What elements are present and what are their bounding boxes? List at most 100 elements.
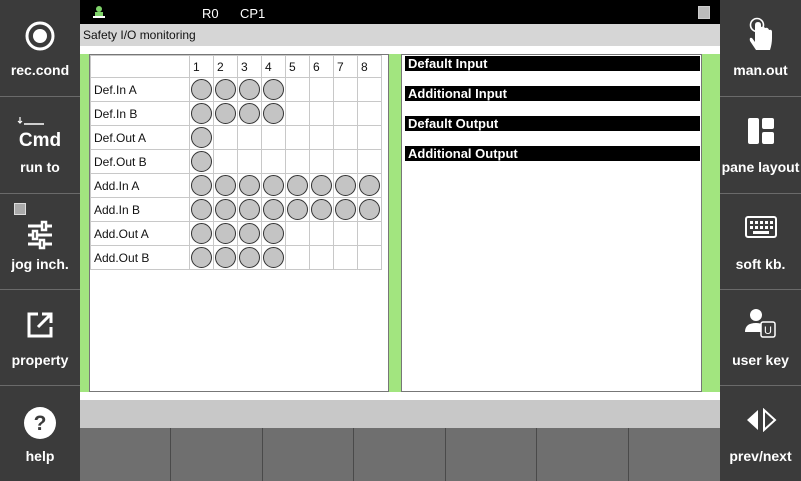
- grid-cell: [333, 101, 358, 126]
- user-key-label: user key: [732, 352, 789, 368]
- io-grid-pane[interactable]: 1 2 3 4 5 6 7 8 Def.In A Def.In B Def.Out A Def.Out…: [89, 54, 389, 392]
- checkbox-indicator-icon: [14, 203, 26, 215]
- grid-cell: [237, 173, 262, 198]
- svg-text:U: U: [764, 325, 772, 337]
- record-circle-icon: [24, 20, 56, 57]
- grid-row-label: Add.Out A: [90, 221, 190, 246]
- property-button[interactable]: property: [0, 290, 80, 386]
- pane-layout-icon: [747, 117, 775, 150]
- io-status-indicator: [191, 151, 212, 172]
- grid-cell: [261, 173, 286, 198]
- prev-next-button[interactable]: prev/next: [720, 386, 801, 481]
- help-button[interactable]: ? help: [0, 386, 80, 481]
- pane-layout-button[interactable]: pane layout: [720, 97, 801, 193]
- io-detail-pane[interactable]: Default Input Additional Input Default O…: [401, 54, 702, 392]
- grid-cell: [309, 149, 334, 174]
- io-status-indicator: [263, 223, 284, 244]
- user-key-button[interactable]: U user key: [720, 290, 801, 386]
- sliders-icon: [25, 220, 55, 255]
- grid-cell: [189, 149, 214, 174]
- right-button-panel: man.out pane layout soft kb. U user key: [720, 0, 801, 481]
- io-status-indicator: [263, 199, 284, 220]
- io-status-indicator: [215, 199, 236, 220]
- pane-border-right: [702, 54, 720, 392]
- pane-layout-label: pane layout: [721, 159, 800, 175]
- grid-column-header: 1: [189, 55, 214, 78]
- grid-cell: [285, 149, 310, 174]
- io-status-indicator: [239, 175, 260, 196]
- f1-key[interactable]: [80, 428, 171, 481]
- svg-text:?: ?: [34, 412, 47, 435]
- grid-cell: [357, 125, 382, 150]
- grid-row: Def.In B: [90, 101, 382, 126]
- grid-cell: [261, 101, 286, 126]
- grid-cell: [189, 101, 214, 126]
- grid-cell: [213, 173, 238, 198]
- grid-row: Def.In A: [90, 77, 382, 102]
- io-status-indicator: [359, 175, 380, 196]
- f6-key[interactable]: [537, 428, 629, 481]
- soft-kb-button[interactable]: soft kb.: [720, 194, 801, 290]
- rec-cond-label: rec.cond: [10, 62, 70, 78]
- grid-cell: [333, 221, 358, 246]
- grid-cell: [357, 101, 382, 126]
- grid-cell: [237, 197, 262, 222]
- io-status-indicator: [215, 103, 236, 124]
- grid-cell: [309, 197, 334, 222]
- grid-cell: [261, 245, 286, 270]
- grid-cell: [237, 245, 262, 270]
- section-additional-output[interactable]: Additional Output: [405, 146, 700, 161]
- io-status-indicator: [215, 79, 236, 100]
- grid-cell: [189, 245, 214, 270]
- grid-cell: [213, 101, 238, 126]
- io-status-indicator: [359, 199, 380, 220]
- io-status-indicator: [311, 199, 332, 220]
- f2-key[interactable]: [171, 428, 263, 481]
- jog-inch-button[interactable]: jog inch.: [0, 194, 80, 290]
- io-status-indicator: [287, 199, 308, 220]
- io-status-indicator: [311, 175, 332, 196]
- grid-row: Def.Out A: [90, 125, 382, 150]
- f4-key[interactable]: [354, 428, 446, 481]
- grid-cell: [309, 245, 334, 270]
- grid-cell: [261, 197, 286, 222]
- battery-icon: [698, 6, 710, 19]
- man-out-button[interactable]: man.out: [720, 0, 801, 96]
- grid-row: Add.Out B: [90, 245, 382, 270]
- io-status-indicator: [191, 79, 212, 100]
- io-status-indicator: [239, 247, 260, 268]
- grid-cell: [357, 245, 382, 270]
- io-status-indicator: [239, 199, 260, 220]
- io-status-indicator: [191, 247, 212, 268]
- grid-cell: [213, 77, 238, 102]
- man-out-label: man.out: [733, 62, 788, 78]
- io-status-indicator: [215, 247, 236, 268]
- grid-cell: [261, 77, 286, 102]
- page-title: Safety I/O monitoring: [80, 24, 720, 46]
- grid-cell: [357, 197, 382, 222]
- io-status-indicator: [191, 199, 212, 220]
- run-to-label: run to: [20, 159, 60, 175]
- grid-cell: [261, 125, 286, 150]
- f3-key[interactable]: [263, 428, 354, 481]
- rec-cond-button[interactable]: rec.cond: [0, 0, 80, 96]
- grid-row-label: Def.Out B: [90, 149, 190, 174]
- grid-column-header: 2: [213, 55, 238, 78]
- grid-cell: [213, 245, 238, 270]
- grid-cell: [309, 125, 334, 150]
- grid-cell: [333, 77, 358, 102]
- section-additional-input[interactable]: Additional Input: [405, 86, 700, 101]
- section-default-input[interactable]: Default Input: [405, 56, 700, 71]
- grid-row: Def.Out B: [90, 149, 382, 174]
- f7-key[interactable]: [629, 428, 720, 481]
- grid-cell: [189, 125, 214, 150]
- property-label: property: [11, 352, 69, 368]
- io-status-indicator: [191, 223, 212, 244]
- section-default-output[interactable]: Default Output: [405, 116, 700, 131]
- f5-key[interactable]: [446, 428, 537, 481]
- io-grid: 1 2 3 4 5 6 7 8 Def.In A Def.In B Def.Out A Def.Out…: [90, 55, 382, 270]
- grid-cell: [213, 149, 238, 174]
- grid-cell: [285, 101, 310, 126]
- run-to-button[interactable]: Cmd run to: [0, 97, 80, 193]
- io-status-indicator: [191, 175, 212, 196]
